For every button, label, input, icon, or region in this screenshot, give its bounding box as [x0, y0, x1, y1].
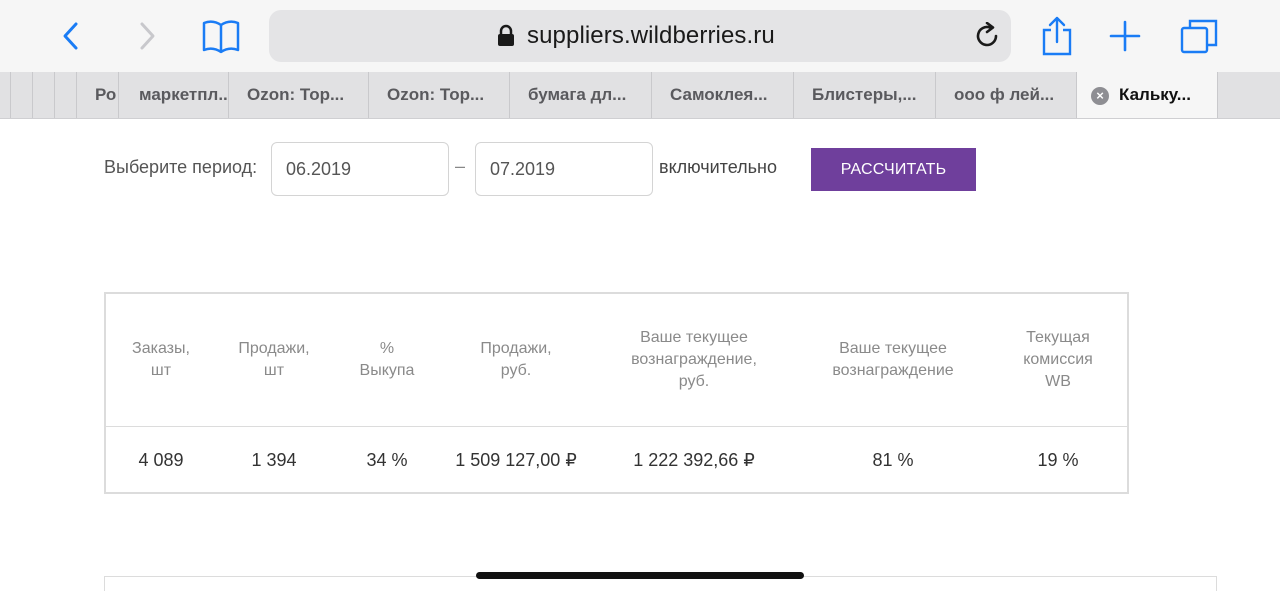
tabs-overview-icon[interactable] [1177, 14, 1221, 58]
forward-icon[interactable] [125, 14, 169, 58]
share-icon[interactable] [1035, 14, 1079, 58]
header-sales-qty: Продажи, шт [238, 340, 310, 379]
lock-icon [497, 24, 515, 53]
value-buyout-percent: 34 % [366, 450, 408, 470]
tab[interactable]: ооо ф лей... [935, 72, 1076, 118]
stats-table: Заказы, шт Продажи, шт % Выкупа Продажи,… [104, 292, 1129, 494]
back-icon[interactable] [49, 14, 93, 58]
tab-stub[interactable] [1217, 72, 1280, 118]
header-buyout-percent: % Выкупа [359, 340, 415, 379]
value-wb-commission: 19 % [1037, 450, 1079, 470]
tab[interactable]: Ozon: Тор... [228, 72, 368, 118]
value-sales-rub: 1 509 127,00 ₽ [455, 450, 577, 470]
value-sales-qty: 1 394 [251, 450, 297, 470]
tab-stub[interactable] [10, 72, 32, 118]
inclusive-label: включительно [659, 157, 777, 177]
tab[interactable]: Ozon: Тор... [368, 72, 509, 118]
tab[interactable]: Самоклея... [651, 72, 793, 118]
address-bar[interactable]: suppliers.wildberries.ru [269, 10, 1011, 62]
tab-bar: Ро маркетпл... Ozon: Тор... Ozon: Тор...… [0, 72, 1280, 119]
url-text: suppliers.wildberries.ru [527, 22, 775, 49]
tab[interactable]: маркетпл... [118, 72, 228, 118]
home-indicator[interactable] [476, 572, 804, 579]
bookmarks-icon[interactable] [199, 14, 243, 58]
period-label: Выберите период: [104, 157, 258, 177]
tab[interactable]: Блистеры,... [793, 72, 935, 118]
browser-toolbar: suppliers.wildberries.ru [0, 0, 1280, 72]
tab[interactable]: бумага дл... [509, 72, 651, 118]
reload-icon[interactable] [975, 21, 1001, 55]
header-reward-percent: Ваше текущее вознаграждение [832, 340, 954, 379]
header-sales-rub: Продажи, руб. [480, 340, 552, 379]
value-reward-percent: 81 % [872, 450, 914, 470]
header-wb-commission: Текущая комиссия WB [1023, 329, 1093, 390]
period-from-input[interactable]: 06.2019 [271, 142, 449, 196]
header-orders: Заказы, шт [132, 340, 190, 379]
calculate-button[interactable]: РАССЧИТАТЬ [811, 148, 976, 191]
tab[interactable]: Ро [76, 72, 118, 118]
tab-stub[interactable] [54, 72, 76, 118]
close-tab-icon[interactable]: × [1091, 87, 1109, 105]
period-to-input[interactable]: 07.2019 [475, 142, 653, 196]
tab-stub[interactable] [32, 72, 54, 118]
tab-active[interactable]: × Кальку... [1076, 72, 1217, 118]
new-tab-icon[interactable] [1103, 14, 1147, 58]
period-separator: – [455, 156, 466, 176]
value-orders: 4 089 [138, 450, 184, 470]
value-reward-rub: 1 222 392,66 ₽ [633, 450, 755, 470]
header-reward-rub: Ваше текущее вознаграждение, руб. [631, 329, 757, 390]
